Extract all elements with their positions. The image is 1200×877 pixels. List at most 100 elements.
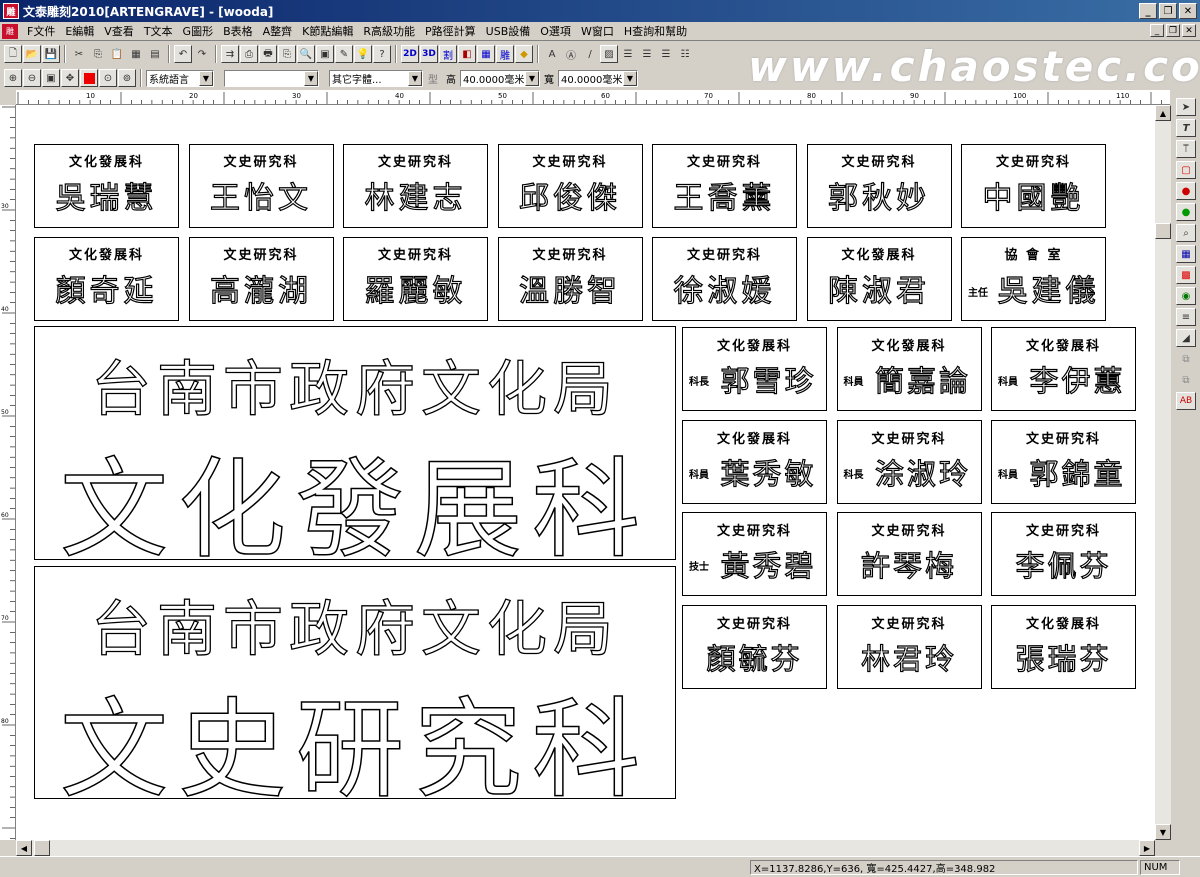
menu-text[interactable]: T文本 (139, 23, 178, 39)
restore-button[interactable]: ❐ (1159, 3, 1177, 19)
large-nameplate[interactable]: 台南市政府文化局 文史研究科 (34, 566, 676, 799)
nameplate[interactable]: 文史研究科 許琴梅 (836, 512, 982, 596)
scroll-down-icon[interactable]: ▼ (1155, 824, 1171, 840)
zoom-out-icon[interactable]: ⊖ (23, 69, 41, 87)
group-icon[interactable]: ⧉ (1176, 371, 1196, 389)
frame-icon[interactable]: ▣ (316, 45, 334, 63)
menu-advanced[interactable]: R高級功能 (358, 23, 420, 39)
paint-icon[interactable]: ◉ (1176, 287, 1196, 305)
nameplate[interactable]: 文史研究科 邱俊傑 (497, 144, 643, 228)
search-object-icon[interactable]: ⌕ (1176, 224, 1196, 242)
nameplate[interactable]: 文化發展科 葉秀敏 科員 (682, 419, 827, 504)
save-icon[interactable]: 💾 (42, 45, 60, 63)
table-icon[interactable]: ▦ (1176, 245, 1196, 263)
arrange-icon[interactable]: ⧉ (1176, 350, 1196, 368)
justify-icon[interactable]: ☷ (676, 45, 694, 63)
nameplate[interactable]: 文化發展科 顏奇延 (34, 237, 179, 321)
chevron-down-icon[interactable]: ▼ (408, 70, 422, 86)
color-grid-icon[interactable]: ▩ (1176, 266, 1196, 284)
nameplate[interactable]: 文史研究科 高瀧湖 (188, 237, 334, 321)
scroll-right-icon[interactable]: ▶ (1139, 840, 1155, 856)
select-arrow-icon[interactable]: ➤ (1176, 98, 1196, 116)
language-select[interactable]: 系統語言 ▼ (146, 69, 214, 87)
new-icon[interactable]: 🗋 (4, 45, 22, 63)
scroll-left-icon[interactable]: ◀ (16, 840, 32, 856)
menu-path[interactable]: P路徑計算 (420, 23, 481, 39)
fill-red-icon[interactable] (80, 69, 98, 87)
font-type-icon[interactable]: 型 (424, 69, 442, 87)
nameplate[interactable]: 文史研究科 林建志 (343, 144, 488, 228)
vertical-text-icon[interactable]: ⟙ (1176, 140, 1196, 158)
nameplate[interactable]: 文化發展科 郭雪珍 科長 (682, 327, 827, 411)
menu-usb[interactable]: USB設備 (481, 23, 536, 39)
spell-icon[interactable]: AB (1176, 392, 1196, 410)
italic-icon[interactable]: / (581, 45, 599, 63)
mirror-icon[interactable]: ◧ (458, 45, 476, 63)
mdi-minimize-button[interactable]: _ (1150, 24, 1164, 37)
vertical-scroll-thumb[interactable] (1155, 223, 1171, 239)
close-button[interactable]: ✕ (1179, 3, 1197, 19)
cherries-green-icon[interactable]: ● (1176, 203, 1196, 221)
nameplate[interactable]: 文史研究科 涂淑玲 科長 (836, 419, 982, 504)
preview-icon[interactable]: 🔍 (297, 45, 315, 63)
list-icon[interactable]: ≡ (1176, 308, 1196, 326)
menu-graphics[interactable]: G圖形 (178, 23, 219, 39)
menu-view[interactable]: V查看 (99, 23, 139, 39)
font-name-select[interactable]: ▼ (224, 69, 319, 87)
chevron-down-icon[interactable]: ▼ (623, 70, 637, 86)
zoom-fit-icon[interactable]: ⊙ (99, 69, 117, 87)
minimize-button[interactable]: _ (1139, 3, 1157, 19)
document-icon[interactable]: 雕 (2, 23, 18, 39)
nameplate[interactable]: 文史研究科 黃秀碧 技士 (682, 512, 827, 596)
chevron-down-icon[interactable]: ▼ (304, 70, 318, 86)
pen-icon[interactable]: ✎ (335, 45, 353, 63)
chevron-down-icon[interactable]: ▼ (525, 70, 539, 86)
nameplate[interactable]: 文史研究科 王怡文 (188, 144, 334, 228)
text-tool-icon[interactable]: T (1176, 119, 1196, 137)
export-icon[interactable]: ⎙ (240, 45, 258, 63)
nameplate[interactable]: 文史研究科 中國艷 (961, 144, 1106, 228)
menu-window[interactable]: W窗口 (576, 23, 619, 39)
nameplate[interactable]: 文化發展科 陳淑君 (806, 237, 952, 321)
redo-icon[interactable]: ↷ (193, 45, 211, 63)
text-tool-box-icon[interactable]: Ⓐ (562, 45, 580, 63)
nameplate[interactable]: 文化發展科 吳瑞慧 (34, 144, 179, 228)
delete-icon[interactable]: ▤ (146, 45, 164, 63)
horizontal-scrollbar[interactable]: ◀ ▶ (16, 840, 1155, 856)
align-right-icon[interactable]: ☰ (657, 45, 675, 63)
font-other-select[interactable]: 其它字體... ▼ (329, 69, 423, 87)
vertical-scrollbar[interactable]: ▲ ▼ (1155, 105, 1171, 840)
nameplate[interactable]: 文史研究科 徐淑媛 (652, 237, 797, 321)
menu-help[interactable]: H查詢和幫助 (619, 23, 692, 39)
menu-file[interactable]: F文件 (22, 23, 60, 39)
menu-table[interactable]: B表格 (218, 23, 258, 39)
copy-icon[interactable]: ⎘ (89, 45, 107, 63)
text-tool-a-icon[interactable]: A (543, 45, 561, 63)
nameplate[interactable]: 文史研究科 郭秋妙 (806, 144, 952, 228)
node-edit-icon[interactable]: ◢ (1176, 329, 1196, 347)
large-nameplate[interactable]: 台南市政府文化局 文化發展科 (34, 326, 676, 560)
horizontal-scroll-thumb[interactable] (34, 840, 50, 856)
paste-icon[interactable]: 📋 (108, 45, 126, 63)
nameplate[interactable]: 文史研究科 林君玲 (836, 604, 982, 689)
zoom-all-icon[interactable]: ⊚ (118, 69, 136, 87)
vertical-ruler[interactable]: 30 40 50 60 70 80 (0, 105, 16, 840)
nameplate[interactable]: 文史研究科 李佩芬 (991, 512, 1136, 596)
undo-icon[interactable]: ↶ (174, 45, 192, 63)
cherries-icon[interactable]: ● (1176, 182, 1196, 200)
nameplate[interactable]: 文化發展科 簡嘉論 科員 (836, 327, 982, 411)
zoom-select-icon[interactable]: ▣ (42, 69, 60, 87)
drawing-canvas[interactable]: 文化發展科 吳瑞慧 文史研究科 王怡文 文史研究科 林建志 文史研究科 邱俊傑 文史研究科 王喬薰… (16, 105, 1155, 840)
paste-special-icon[interactable]: ▦ (127, 45, 145, 63)
mdi-close-button[interactable]: ✕ (1182, 24, 1196, 37)
print-icon[interactable]: 🖶 (259, 45, 277, 63)
horizontal-ruler[interactable]: 10 20 30 40 50 60 70 80 90 100 110 (16, 90, 1170, 105)
engrave-icon[interactable]: 雕 (496, 45, 514, 63)
menu-options[interactable]: O選項 (535, 23, 576, 39)
rectangle-icon[interactable]: ▢ (1176, 161, 1196, 179)
align-center-icon[interactable]: ☰ (638, 45, 656, 63)
print-setup-icon[interactable]: ⎘ (278, 45, 296, 63)
mdi-restore-button[interactable]: ❐ (1166, 24, 1180, 37)
chevron-down-icon[interactable]: ▼ (199, 70, 213, 86)
menu-node-edit[interactable]: K節點編輯 (297, 23, 358, 39)
